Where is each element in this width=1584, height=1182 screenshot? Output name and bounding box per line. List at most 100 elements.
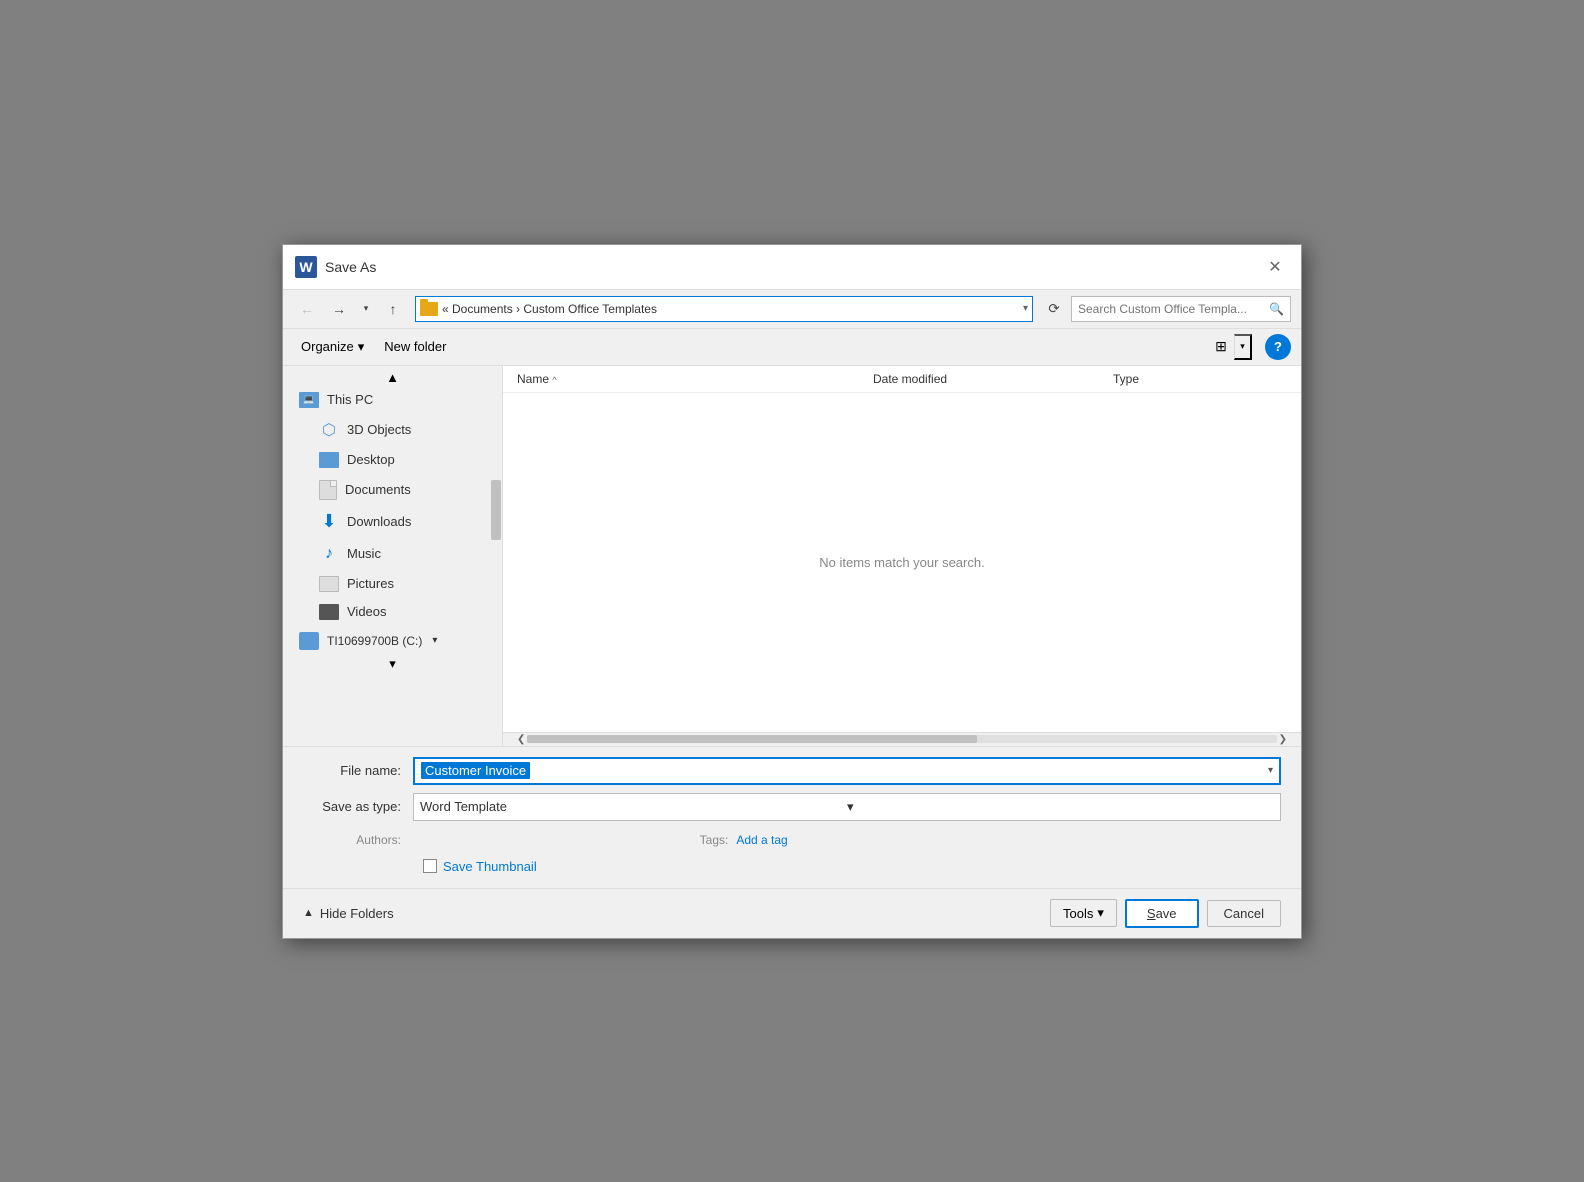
filename-dropdown-icon[interactable]: ▾ <box>1268 765 1273 776</box>
filename-input-wrap[interactable]: Customer Invoice ▾ <box>413 757 1281 785</box>
horiz-scroll-track <box>527 735 1276 743</box>
folder-icon <box>420 302 438 316</box>
close-button[interactable]: ✕ <box>1261 253 1289 281</box>
column-headers: Name ^ Date modified Type <box>503 366 1301 393</box>
tags-label: Tags: <box>700 833 729 847</box>
forward-button[interactable]: → <box>325 296 353 322</box>
sidebar-item-documents[interactable]: Documents <box>283 474 502 506</box>
back-button[interactable]: ← <box>293 296 321 322</box>
file-list: Name ^ Date modified Type No items match… <box>503 366 1301 746</box>
word-icon: W <box>295 256 317 278</box>
search-bar[interactable]: 🔍 <box>1071 296 1291 322</box>
col-type-label: Type <box>1113 372 1139 386</box>
col-name-label: Name <box>517 372 549 386</box>
sidebar-item-downloads[interactable]: ⬇ Downloads <box>283 506 502 538</box>
sidebar-videos-label: Videos <box>347 604 387 619</box>
file-empty-message: No items match your search. <box>503 393 1301 732</box>
sidebar-drive-label: TI10699700B (C:) <box>327 634 422 648</box>
col-header-date[interactable]: Date modified <box>869 370 1109 388</box>
videos-icon <box>319 604 339 620</box>
sidebar-documents-label: Documents <box>345 482 411 497</box>
horiz-scroll-thumb <box>527 735 977 743</box>
address-bar[interactable]: « Documents › Custom Office Templates ▾ <box>415 296 1033 322</box>
authors-label: Authors: <box>303 833 413 847</box>
filetype-value: Word Template <box>420 799 847 814</box>
sidebar-scroll-up[interactable]: ▲ <box>283 370 502 386</box>
downloads-icon: ⬇ <box>319 512 339 532</box>
save-as-dialog: W Save As ✕ ← → ▾ ↑ « Documents › Custom… <box>282 244 1302 939</box>
horizontal-scrollbar[interactable]: ❮ ❯ <box>503 732 1301 746</box>
organize-label: Organize <box>301 339 354 354</box>
help-button[interactable]: ? <box>1265 334 1291 360</box>
sidebar-item-videos[interactable]: Videos <box>283 598 502 626</box>
dialog-title: Save As <box>325 259 1261 275</box>
view-options-button[interactable]: ⊞ ▾ <box>1207 333 1253 361</box>
hide-folders-label: Hide Folders <box>320 906 394 921</box>
horiz-scroll-left-button[interactable]: ❮ <box>517 734 525 745</box>
empty-message-text: No items match your search. <box>819 555 984 570</box>
tools-button[interactable]: Tools ▾ <box>1050 899 1117 927</box>
music-icon: ♪ <box>319 544 339 564</box>
save-button[interactable]: Save <box>1125 899 1199 928</box>
col-header-name[interactable]: Name ^ <box>513 370 869 388</box>
view-icon-button[interactable]: ⊞ <box>1208 334 1234 360</box>
hide-folders-chevron-icon: ▲ <box>303 907 314 919</box>
3dobjects-icon: ⬡ <box>319 420 339 440</box>
new-folder-button[interactable]: New folder <box>376 336 454 357</box>
filetype-row: Save as type: Word Template ▾ <box>303 793 1281 821</box>
col-header-type[interactable]: Type <box>1109 370 1291 388</box>
col-name-sort-icon: ^ <box>552 375 556 385</box>
sidebar-downloads-label: Downloads <box>347 514 411 529</box>
thumbnail-label[interactable]: Save Thumbnail <box>443 859 537 874</box>
organize-button[interactable]: Organize ▾ <box>293 336 372 358</box>
search-input[interactable] <box>1078 302 1269 316</box>
filetype-dropdown-icon[interactable]: ▾ <box>847 799 1274 815</box>
address-dropdown-icon[interactable]: ▾ <box>1023 303 1028 314</box>
meta-row: Authors: Tags: Add a tag <box>303 829 1281 851</box>
up-button[interactable]: ↑ <box>379 296 407 322</box>
sidebar: ▲ 💻 This PC ⬡ 3D Objects Desktop Documen… <box>283 366 503 746</box>
navigation-toolbar: ← → ▾ ↑ « Documents › Custom Office Temp… <box>283 290 1301 329</box>
desktop-icon <box>319 452 339 468</box>
address-text: « Documents › Custom Office Templates <box>442 302 1023 316</box>
sidebar-item-3dobjects[interactable]: ⬡ 3D Objects <box>283 414 502 446</box>
this-pc-icon: 💻 <box>299 392 319 408</box>
organize-arrow-icon: ▾ <box>358 339 365 355</box>
history-dropdown-button[interactable]: ▾ <box>357 296 375 322</box>
cancel-button[interactable]: Cancel <box>1207 900 1281 927</box>
hide-folders-button[interactable]: ▲ Hide Folders <box>303 906 394 921</box>
sidebar-item-desktop[interactable]: Desktop <box>283 446 502 474</box>
save-label: Save <box>1147 906 1177 921</box>
bottom-form: File name: Customer Invoice ▾ Save as ty… <box>283 746 1301 888</box>
sidebar-item-drive[interactable]: TI10699700B (C:) ▾ <box>283 626 502 656</box>
sidebar-drive-chevron[interactable]: ▾ <box>432 635 437 646</box>
title-bar: W Save As ✕ <box>283 245 1301 290</box>
filename-row: File name: Customer Invoice ▾ <box>303 757 1281 785</box>
pictures-icon <box>319 576 339 592</box>
sidebar-item-pictures[interactable]: Pictures <box>283 570 502 598</box>
add-tag-button[interactable]: Add a tag <box>736 833 787 847</box>
horiz-scroll-right-button[interactable]: ❯ <box>1279 734 1287 745</box>
view-dropdown-button[interactable]: ▾ <box>1234 334 1252 360</box>
sidebar-thispc-label: This PC <box>327 392 373 407</box>
sidebar-3dobjects-label: 3D Objects <box>347 422 411 437</box>
filetype-select-wrap[interactable]: Word Template ▾ <box>413 793 1281 821</box>
col-date-label: Date modified <box>873 372 947 386</box>
tools-label: Tools <box>1063 906 1093 921</box>
thumbnail-row: Save Thumbnail <box>303 851 1281 878</box>
refresh-button[interactable]: ⟳ <box>1041 296 1067 322</box>
dialog-footer: ▲ Hide Folders Tools ▾ Save Cancel <box>283 888 1301 938</box>
filename-selected-text: Customer Invoice <box>421 762 530 779</box>
tools-arrow-icon: ▾ <box>1097 905 1104 921</box>
search-icon: 🔍 <box>1269 302 1284 316</box>
sidebar-desktop-label: Desktop <box>347 452 395 467</box>
sidebar-pictures-label: Pictures <box>347 576 394 591</box>
main-area: ▲ 💻 This PC ⬡ 3D Objects Desktop Documen… <box>283 366 1301 746</box>
filename-label: File name: <box>303 763 413 778</box>
sidebar-item-music[interactable]: ♪ Music <box>283 538 502 570</box>
sidebar-scroll-down[interactable]: ▾ <box>283 656 502 672</box>
filetype-label: Save as type: <box>303 799 413 814</box>
documents-icon <box>319 480 337 500</box>
thumbnail-checkbox[interactable] <box>423 859 437 873</box>
sidebar-item-thispc[interactable]: 💻 This PC <box>283 386 502 414</box>
